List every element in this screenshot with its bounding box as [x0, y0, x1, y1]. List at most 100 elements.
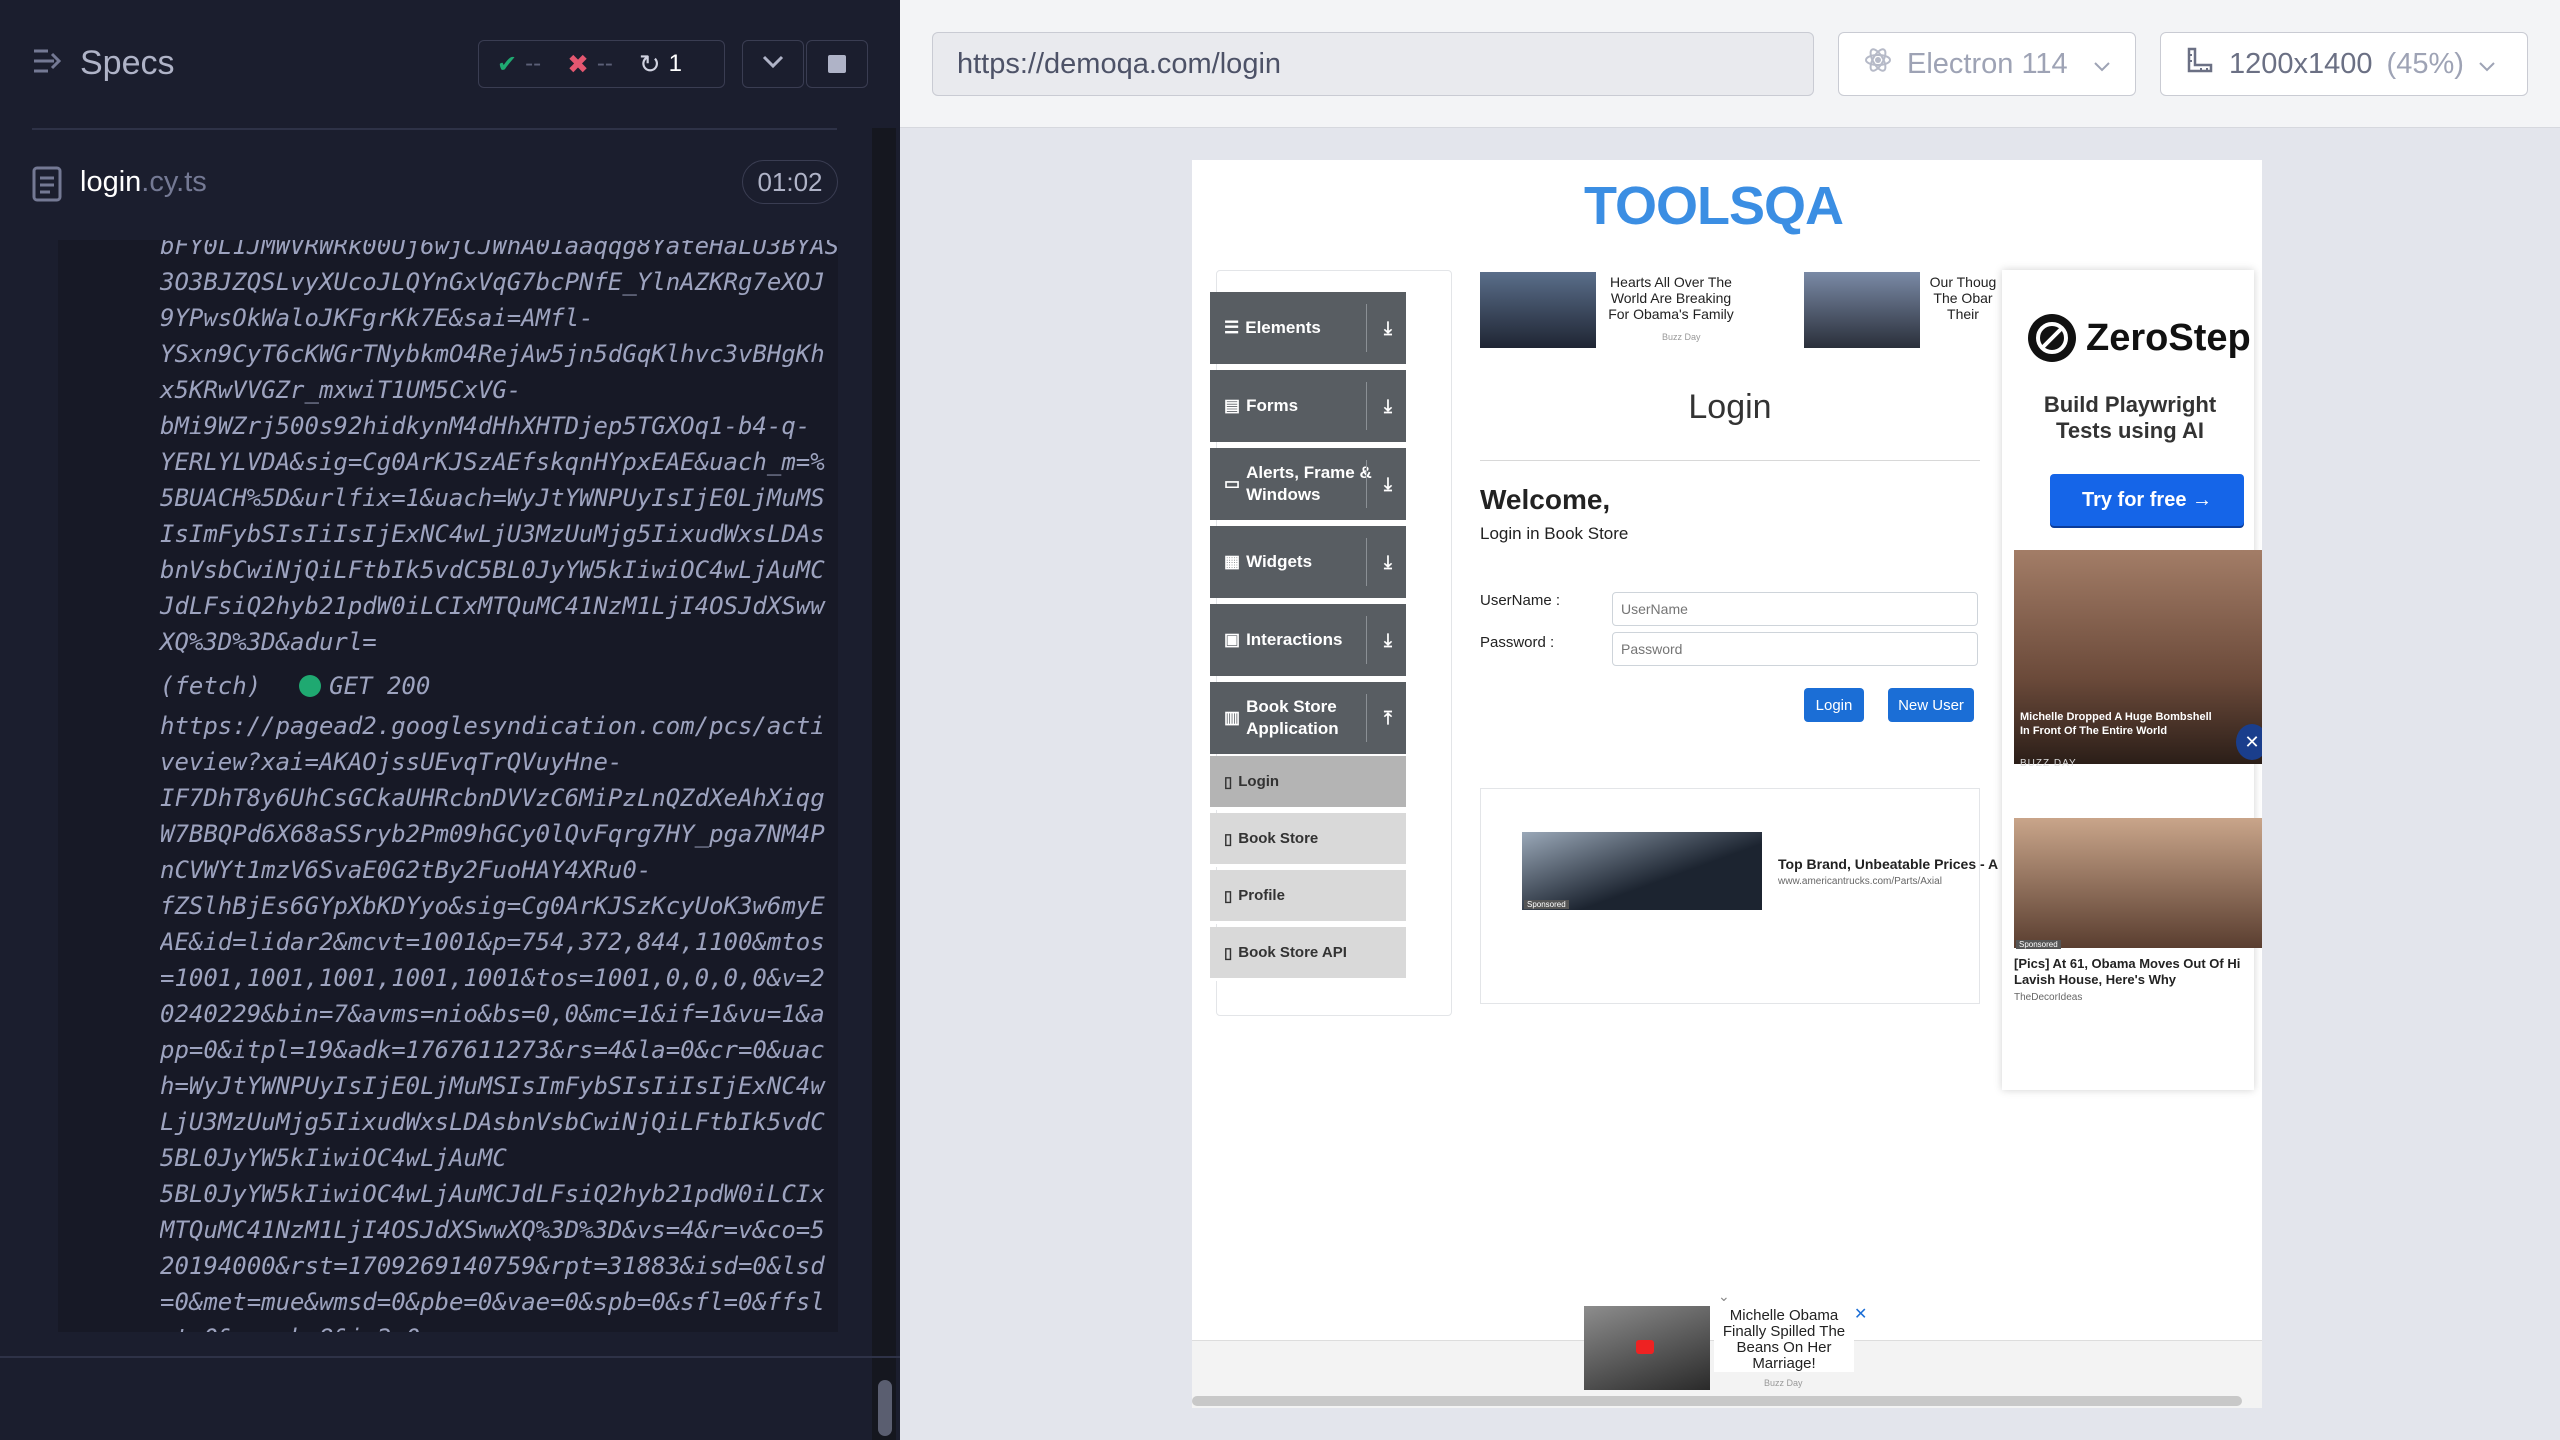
- news-headline[interactable]: Our Thoug The Obar Their: [1924, 274, 2002, 322]
- viewport-scale: (45%): [2386, 47, 2464, 80]
- specs-title: Specs: [80, 44, 175, 82]
- log-text-1: bFY0L1JMWVRWRk00Uj6wjCJWhA01aaqqg8YateHa…: [160, 240, 838, 656]
- submenu-book-store[interactable]: ▯ Book Store: [1210, 813, 1406, 867]
- page-title: Login: [1688, 388, 1772, 426]
- sidebar-label: Widgets: [1246, 552, 1313, 571]
- zerostep-tagline: Build Playwright Tests using AI: [2043, 392, 2217, 443]
- stop-button[interactable]: [806, 40, 868, 88]
- expand-button[interactable]: [742, 40, 804, 88]
- toolsqa-logo[interactable]: TOOLSQA: [1582, 172, 1902, 252]
- zerostep-logo[interactable]: ZeroStep: [2028, 314, 2251, 362]
- password-input[interactable]: [1612, 632, 1978, 666]
- sidebar-item-bookstore[interactable]: ▥ Book Store Application ⤒: [1210, 682, 1406, 754]
- news-source: Buzz Day: [1662, 332, 1701, 342]
- viewport-size: 1200x1400: [2229, 47, 2373, 80]
- test-stats: ✔ -- ✖ -- ↻ 1: [478, 40, 725, 88]
- window-icon: ▭: [1224, 474, 1241, 493]
- try-free-button[interactable]: Try for free →: [2050, 474, 2244, 526]
- failed-count: --: [596, 50, 613, 77]
- download-icon: ⤓: [1384, 395, 1392, 416]
- aut-iframe: TOOLSQA ☰ Elements ⤓ ▤ Forms ⤓ ▭ Alerts, Fr…: [1192, 160, 2262, 1408]
- chevron-down-icon: [762, 55, 784, 74]
- fetch-row[interactable]: (fetch) GET 200: [160, 672, 430, 700]
- check-icon: ✔: [497, 50, 518, 78]
- book-icon: ▯: [1224, 830, 1233, 848]
- ad-image[interactable]: [1522, 832, 1762, 910]
- file-icon: [32, 166, 62, 202]
- command-log[interactable]: bFY0L1JMWVRWRk00Uj6wjCJWhA01aaqqg8YateHa…: [58, 240, 838, 1332]
- chevron-down-icon: [2478, 48, 2496, 81]
- electron-icon: [1863, 45, 1893, 83]
- menu-collapse-icon: [32, 44, 62, 83]
- bottom-ad-headline[interactable]: Michelle Obama Finally Spilled The Beans…: [1714, 1308, 1854, 1372]
- sponsored-badge: Sponsored: [1524, 900, 1569, 909]
- grid-icon: ▦: [1224, 552, 1241, 571]
- bottom-ad-image[interactable]: [1584, 1306, 1710, 1390]
- new-user-button[interactable]: New User: [1888, 688, 1974, 722]
- sidebar-item-interactions[interactable]: ▣ Interactions ⤓: [1210, 604, 1406, 676]
- log-text-2: https://pagead2.googlesyndication.com/pc…: [160, 712, 825, 1332]
- reporter-scroll-track[interactable]: [872, 128, 896, 1440]
- book-icon: ▯: [1224, 887, 1233, 905]
- welcome-heading: Welcome,: [1480, 484, 1611, 515]
- url-bar[interactable]: https://demoqa.com/login: [932, 32, 1814, 96]
- zerostep-news-headline[interactable]: Michelle Dropped A Huge Bombshell In Fro…: [2020, 710, 2218, 738]
- sidebar-item-alerts[interactable]: ▭ Alerts, Frame & Windows ⤓: [1210, 448, 1406, 520]
- password-label: Password :: [1480, 634, 1555, 651]
- spec-extension: .cy.ts: [141, 166, 207, 198]
- book-icon: ▥: [1224, 708, 1241, 727]
- pending-icon: ↻: [638, 48, 661, 79]
- ad-url[interactable]: www.americantrucks.com/Parts/Axial: [1778, 876, 1942, 887]
- interaction-icon: ▣: [1224, 630, 1241, 649]
- footer-divider: [0, 1356, 900, 1358]
- book-icon: ▯: [1224, 944, 1233, 962]
- zerostep-news-source: BUZZ DAY: [2020, 758, 2077, 769]
- sponsored-badge: Sponsored: [2016, 940, 2061, 949]
- browser-selector[interactable]: Electron 114: [1838, 32, 2136, 96]
- play-icon: [1636, 1340, 1654, 1354]
- login-subtitle: Login in Book Store: [1480, 524, 1629, 543]
- submenu-label: Profile: [1238, 887, 1285, 904]
- submenu-profile[interactable]: ▯ Profile: [1210, 870, 1406, 924]
- submenu-book-store-api[interactable]: ▯ Book Store API: [1210, 927, 1406, 981]
- download-icon: ⤓: [1384, 317, 1392, 338]
- sidebar-label: Interactions: [1246, 630, 1343, 649]
- spec-filename[interactable]: login.cy.ts: [80, 166, 207, 199]
- upload-icon: ⤒: [1384, 707, 1392, 728]
- browser-name: Electron 114: [1907, 47, 2068, 80]
- chevron-down-icon[interactable]: ⌄: [1718, 1288, 1730, 1305]
- zerostep-logo-icon: [2028, 314, 2076, 362]
- login-button[interactable]: Login: [1804, 688, 1864, 722]
- sidebar-item-forms[interactable]: ▤ Forms ⤓: [1210, 370, 1406, 442]
- reporter-scroll-thumb[interactable]: [878, 1380, 892, 1436]
- specs-toggle[interactable]: Specs: [32, 44, 175, 83]
- close-icon[interactable]: ✕: [2236, 724, 2262, 760]
- horizontal-scrollbar[interactable]: [1192, 1396, 2242, 1406]
- sidebar-label: Elements: [1245, 318, 1321, 337]
- viewport-selector[interactable]: 1200x1400 (45%): [2160, 32, 2528, 96]
- username-input[interactable]: [1612, 592, 1978, 626]
- cypress-reporter: Specs ✔ -- ✖ -- ↻ 1 login.cy.ts 01:02 bF…: [0, 0, 900, 1440]
- submenu-login[interactable]: ▯ Login: [1210, 756, 1406, 810]
- news-image[interactable]: [1480, 272, 1596, 348]
- close-icon[interactable]: ✕: [1854, 1304, 1867, 1324]
- download-icon: ⤓: [1384, 473, 1392, 494]
- passed-count: --: [525, 50, 542, 77]
- bottom-ad-source: Buzz Day: [1764, 1378, 1803, 1388]
- sidebar-item-elements[interactable]: ☰ Elements ⤓: [1210, 292, 1406, 364]
- submenu-label: Login: [1238, 773, 1280, 790]
- duration-timer: 01:02: [742, 160, 838, 204]
- zerostep-news-source-2: TheDecorIdeas: [2014, 992, 2083, 1003]
- book-icon: ▯: [1224, 773, 1233, 791]
- spec-name: login: [80, 166, 142, 198]
- news-image[interactable]: [1804, 272, 1920, 348]
- zerostep-brand: ZeroStep: [2086, 316, 2251, 359]
- news-headline[interactable]: Hearts All Over The World Are Breaking F…: [1600, 274, 1742, 322]
- sidebar-item-widgets[interactable]: ▦ Widgets ⤓: [1210, 526, 1406, 598]
- ad-title[interactable]: Top Brand, Unbeatable Prices - A: [1778, 856, 1998, 872]
- sidebar-label: Book Store Application: [1246, 697, 1339, 738]
- zerostep-news-headline-2[interactable]: [Pics] At 61, Obama Moves Out Of Hi Lavi…: [2014, 956, 2262, 988]
- zerostep-news-image-2[interactable]: [2014, 818, 2262, 948]
- chevron-down-icon: [2093, 48, 2111, 81]
- title-divider: [1480, 460, 1980, 461]
